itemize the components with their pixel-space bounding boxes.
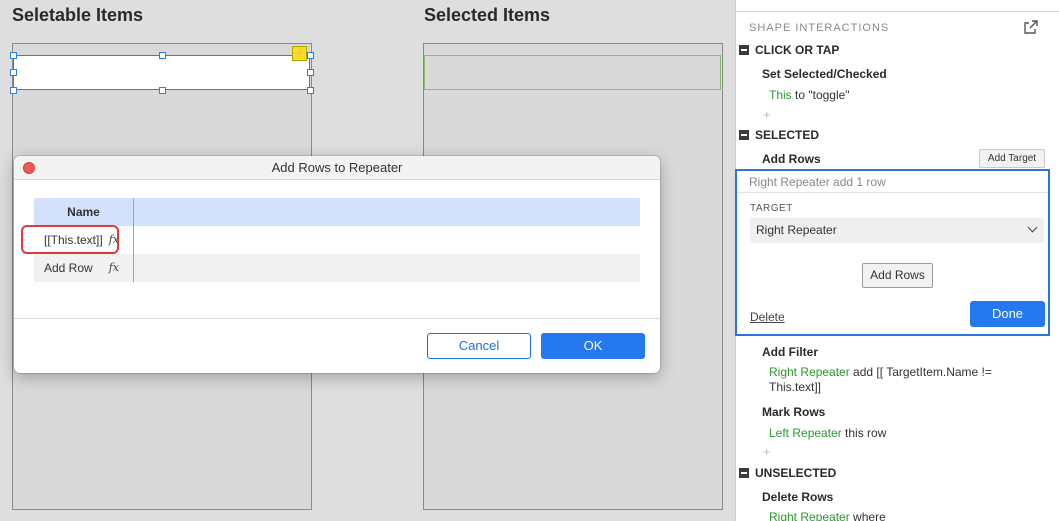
- table-row[interactable]: [[This.text]] fx: [21, 225, 640, 254]
- action-title-mark-rows[interactable]: Mark Rows: [762, 405, 825, 419]
- add-rows-button[interactable]: Add Rows: [862, 263, 933, 288]
- interactions-panel: SHAPE INTERACTIONS CLICK OR TAP Set Sele…: [735, 0, 1059, 521]
- chevron-down-icon: [1027, 222, 1038, 233]
- dialog-title: Add Rows to Repeater: [271, 160, 403, 175]
- panel-header: SHAPE INTERACTIONS: [749, 22, 890, 34]
- collapse-icon[interactable]: [739, 45, 749, 55]
- resize-handle-top-right[interactable]: [307, 52, 314, 59]
- delete-link[interactable]: Delete: [750, 310, 785, 324]
- function-icon[interactable]: fx: [109, 254, 119, 282]
- resize-handle-left[interactable]: [10, 69, 17, 76]
- function-icon[interactable]: fx: [109, 226, 119, 254]
- name-cell[interactable]: [[This.text]] fx: [21, 225, 134, 254]
- action-detail-mark-rows[interactable]: Left Repeater this row: [769, 426, 886, 441]
- panel-top-divider: [736, 11, 1059, 12]
- collapse-icon[interactable]: [739, 130, 749, 140]
- resize-handle-top-left[interactable]: [10, 52, 17, 59]
- popout-icon[interactable]: [1023, 19, 1039, 35]
- action-title-add-rows[interactable]: Add Rows: [762, 152, 821, 166]
- resize-handle-bottom-right[interactable]: [307, 87, 314, 94]
- action-title-delete-rows[interactable]: Delete Rows: [762, 490, 833, 504]
- rows-grid: Name [[This.text]] fx Add Row fx: [21, 198, 640, 282]
- table-row[interactable]: Add Row fx: [34, 254, 640, 282]
- right-canvas-title: Selected Items: [424, 5, 551, 25]
- add-rows-summary: Right Repeater add 1 row: [749, 175, 886, 189]
- lightning-icon[interactable]: ⚡: [292, 46, 307, 61]
- cancel-button[interactable]: Cancel: [427, 333, 531, 359]
- right-repeater-row[interactable]: [424, 55, 721, 90]
- resize-handle-bottom[interactable]: [159, 87, 166, 94]
- add-target-button[interactable]: Add Target: [979, 149, 1045, 168]
- action-detail-add-filter[interactable]: Right Repeater add [[ TargetItem.Name !=: [769, 365, 992, 380]
- name-cell[interactable]: Add Row fx: [34, 254, 134, 282]
- action-title-set-selected[interactable]: Set Selected/Checked: [762, 67, 887, 81]
- target-select[interactable]: Right Repeater: [750, 218, 1044, 243]
- close-icon[interactable]: [23, 162, 35, 174]
- resize-handle-bottom-left[interactable]: [10, 87, 17, 94]
- add-rows-editor: Right Repeater add 1 row TARGET Right Re…: [735, 169, 1050, 336]
- add-row-label[interactable]: Add Row: [44, 261, 93, 275]
- ok-button[interactable]: OK: [541, 333, 645, 359]
- action-detail-add-filter-cont[interactable]: This.text]]: [769, 380, 821, 395]
- name-column-header: Name: [34, 198, 134, 226]
- action-detail-delete-rows[interactable]: Right Repeater where: [769, 510, 886, 521]
- resize-handle-top[interactable]: [159, 52, 166, 59]
- action-title-add-filter[interactable]: Add Filter: [762, 345, 818, 359]
- target-label: TARGET: [750, 203, 793, 214]
- action-detail-set-selected[interactable]: This to "toggle": [769, 88, 850, 103]
- add-action-plus[interactable]: +: [763, 107, 771, 122]
- left-repeater-row-selected[interactable]: [13, 55, 310, 90]
- editor-divider: [737, 192, 1048, 193]
- add-rows-dialog: Add Rows to Repeater Name [[This.text]] …: [14, 156, 660, 373]
- done-button[interactable]: Done: [970, 301, 1045, 327]
- resize-handle-right[interactable]: [307, 69, 314, 76]
- add-action-plus[interactable]: +: [763, 444, 771, 459]
- red-highlight-outline: [21, 225, 119, 254]
- dialog-titlebar[interactable]: Add Rows to Repeater: [14, 156, 660, 180]
- grid-header: Name: [34, 198, 640, 226]
- collapse-icon[interactable]: [739, 468, 749, 478]
- left-canvas-title: Seletable Items: [12, 5, 144, 25]
- dialog-footer-divider: [14, 318, 660, 319]
